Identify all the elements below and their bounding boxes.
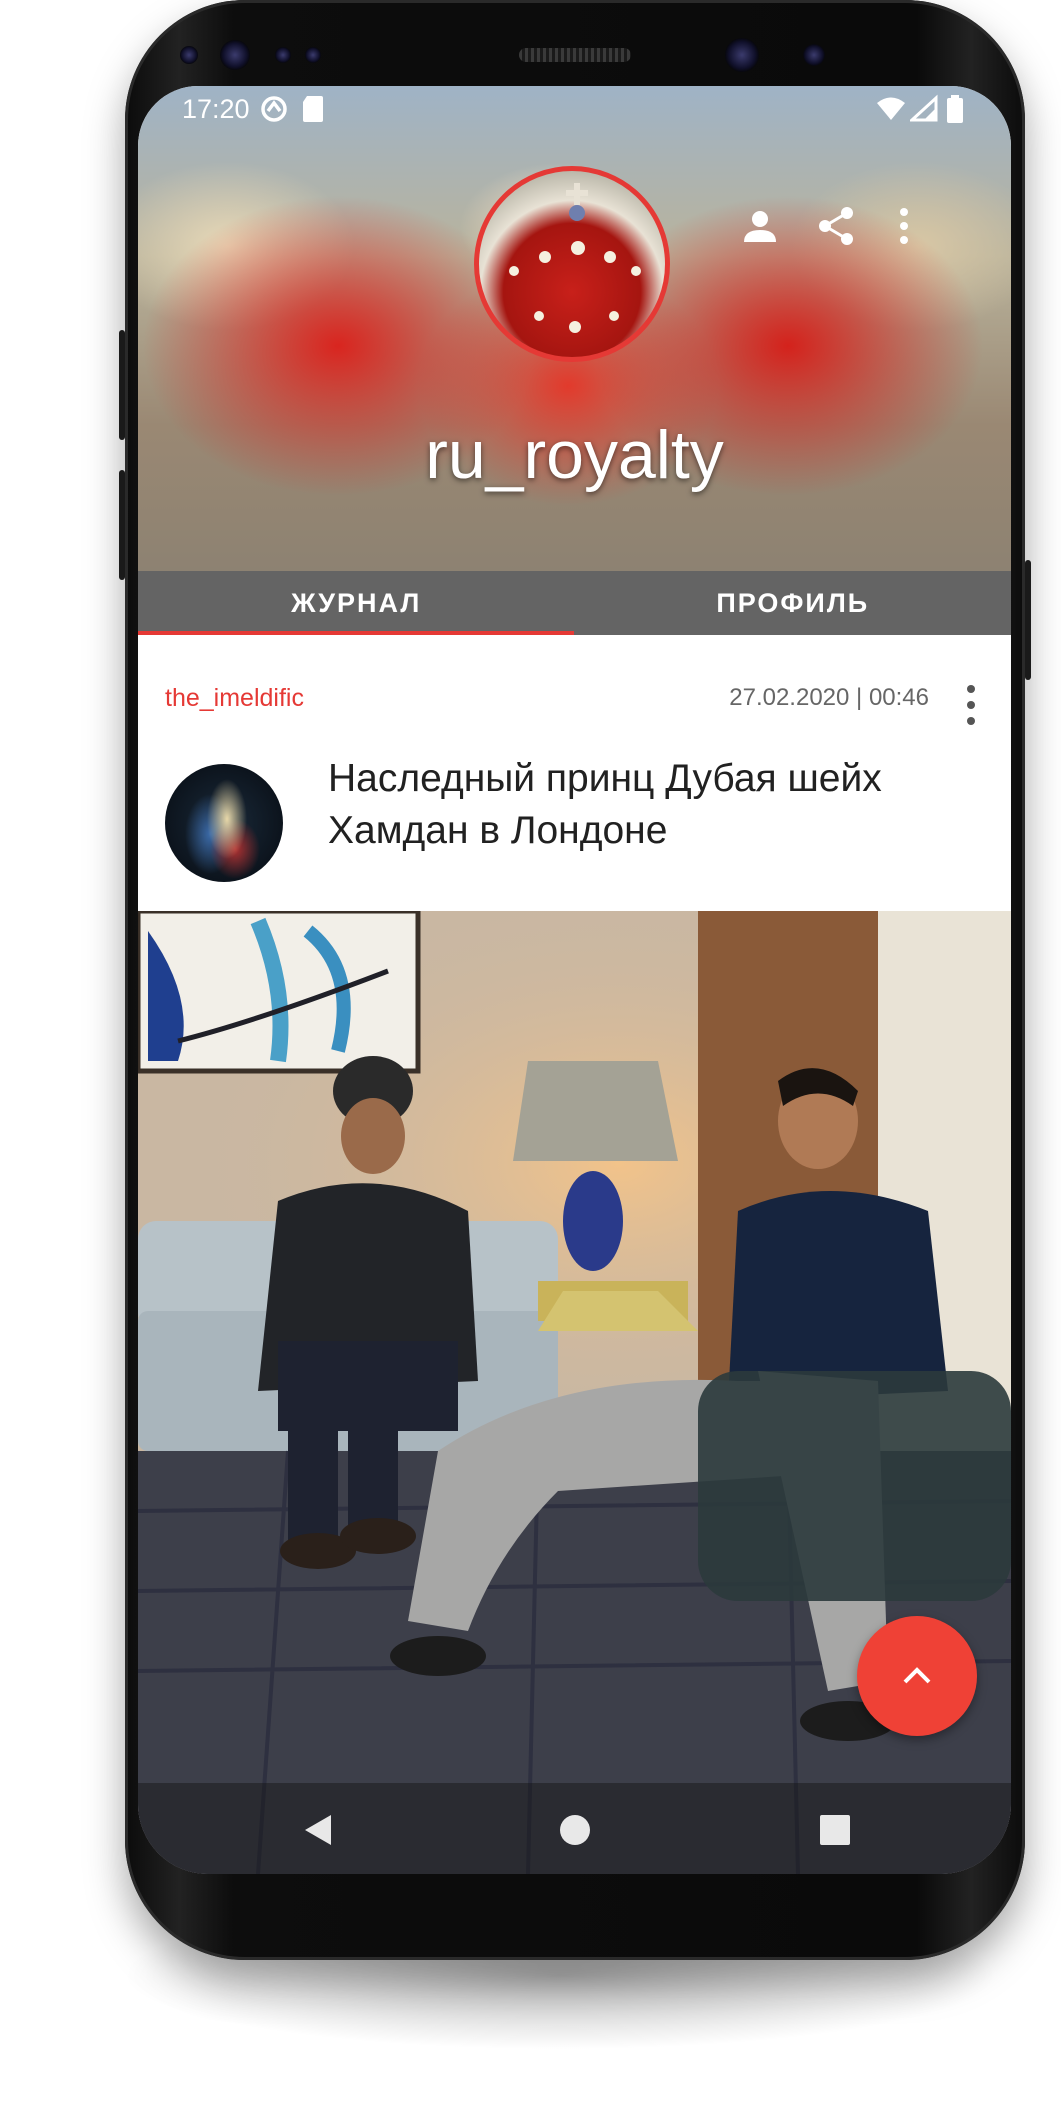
home-icon [560,1815,590,1845]
tab-bar: ЖУРНАЛ ПРОФИЛЬ [138,571,1011,635]
sensor-icon [803,44,825,66]
status-time: 17:20 [182,94,250,124]
signal-icon [908,94,938,124]
front-camera-icon [725,38,759,72]
power-button [1025,560,1031,680]
channel-title: ru_royalty [425,417,724,493]
tab-journal[interactable]: ЖУРНАЛ [138,571,575,635]
sync-icon [259,94,289,124]
sensor-icon [305,47,321,63]
channel-header: 17:20 ru_royalty [138,86,1011,571]
recents-button[interactable] [810,1805,860,1855]
home-button[interactable] [550,1805,600,1855]
back-button[interactable] [293,1805,343,1855]
more-vert-icon [967,685,975,693]
profile-button[interactable] [730,196,790,256]
post-author[interactable]: the_imeldific [165,684,304,713]
sensor-icon [180,46,198,64]
share-icon [819,207,853,245]
status-bar: 17:20 [138,86,1011,142]
more-options-button[interactable] [889,196,919,256]
recents-icon [820,1815,850,1845]
iris-scanner-icon [220,40,250,70]
battery-icon [946,94,964,124]
tab-profile[interactable]: ПРОФИЛЬ [575,571,1012,635]
post-photo [138,911,1011,1874]
more-vert-icon [900,208,908,244]
share-button[interactable] [806,196,866,256]
sensor-icon [275,47,291,63]
volume-button [119,330,125,440]
chevron-up-icon [903,1667,931,1684]
wifi-icon [875,94,907,124]
earpiece-speaker [519,48,631,62]
post-image[interactable] [138,911,1011,1874]
sd-card-icon [301,94,325,124]
post-date: 27.02.2020 | 00:46 [729,684,929,711]
scroll-to-top-button[interactable] [857,1616,977,1736]
back-icon [305,1815,331,1845]
post-title[interactable]: Наследный принц Дубая шейх Хамдан в Лонд… [328,753,978,857]
person-icon [744,211,776,242]
post-card[interactable]: the_imeldific 27.02.2020 | 00:46 Наследн… [138,635,1011,911]
app-screen: 17:20 ru_royalty ЖУРНАЛ ПРОФИЛЬ the_imel… [138,86,1011,1874]
volume-button [119,470,125,580]
post-more-button[interactable] [961,683,981,727]
system-nav-bar [138,1783,1011,1874]
author-avatar[interactable] [165,764,283,882]
channel-avatar [474,166,670,362]
